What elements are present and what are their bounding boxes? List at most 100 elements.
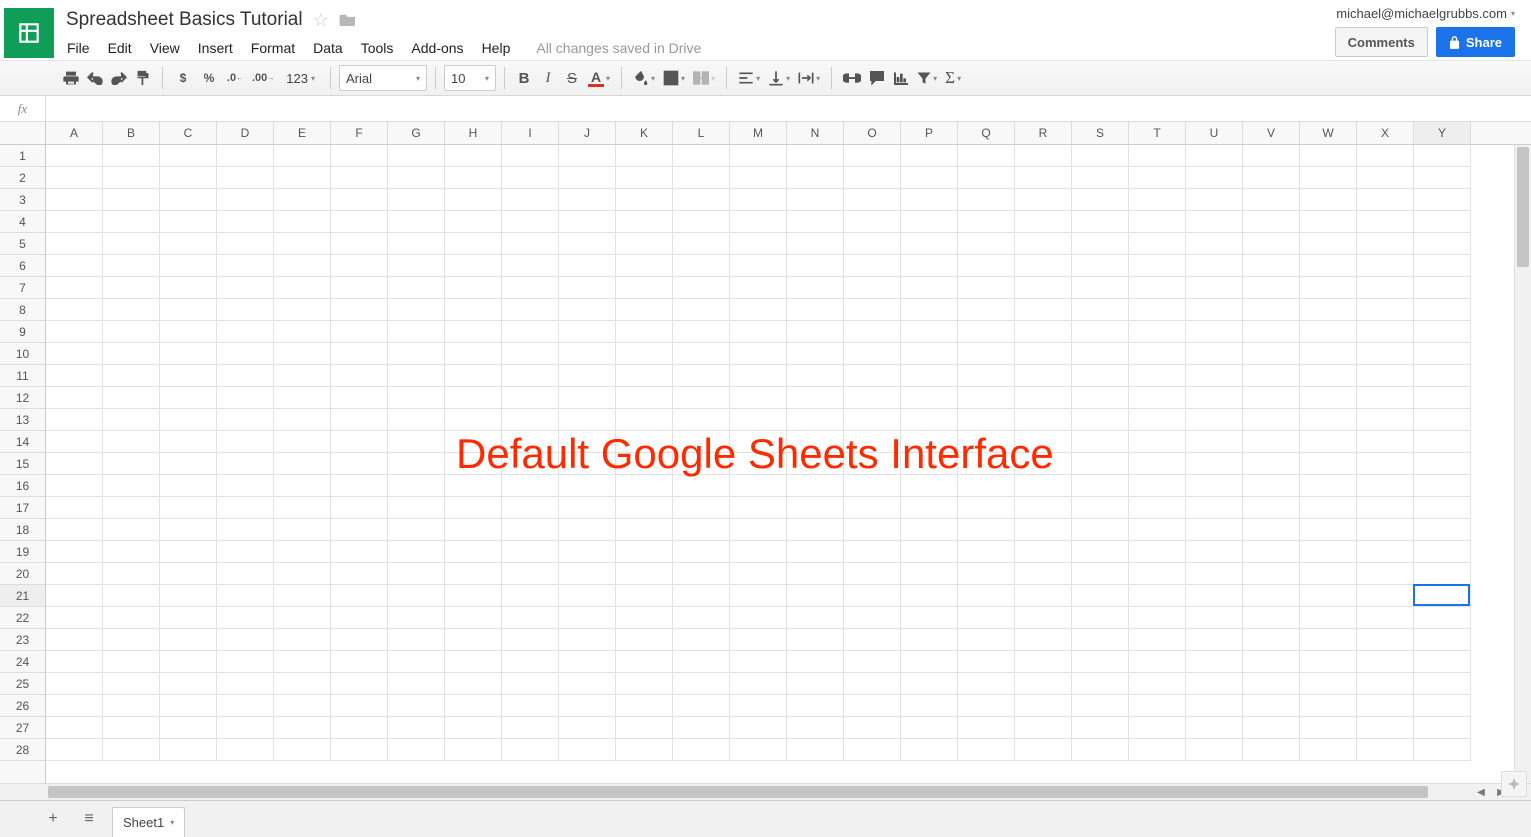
row-header-14[interactable]: 14 [0, 431, 45, 453]
col-header-G[interactable]: G [388, 122, 445, 144]
all-sheets-button[interactable]: ≡ [76, 806, 102, 832]
horizontal-scrollbar[interactable]: ◀ ▶ [0, 783, 1531, 800]
col-header-E[interactable]: E [274, 122, 331, 144]
row-header-13[interactable]: 13 [0, 409, 45, 431]
filter-icon[interactable]: ▾ [914, 65, 940, 91]
currency-button[interactable]: $ [171, 65, 195, 91]
row-header-12[interactable]: 12 [0, 387, 45, 409]
row-header-8[interactable]: 8 [0, 299, 45, 321]
comments-button[interactable]: Comments [1335, 27, 1428, 57]
menu-help[interactable]: Help [482, 40, 511, 56]
link-icon[interactable] [840, 65, 864, 91]
app-logo[interactable] [4, 8, 54, 58]
row-header-4[interactable]: 4 [0, 211, 45, 233]
share-button[interactable]: Share [1436, 27, 1515, 57]
col-header-K[interactable]: K [616, 122, 673, 144]
col-header-I[interactable]: I [502, 122, 559, 144]
row-header-23[interactable]: 23 [0, 629, 45, 651]
col-header-Y[interactable]: Y [1414, 122, 1471, 144]
row-header-27[interactable]: 27 [0, 717, 45, 739]
row-header-1[interactable]: 1 [0, 145, 45, 167]
row-header-3[interactable]: 3 [0, 189, 45, 211]
more-formats-button[interactable]: 123▾ [279, 65, 322, 91]
menu-view[interactable]: View [150, 40, 180, 56]
col-header-A[interactable]: A [46, 122, 103, 144]
menu-tools[interactable]: Tools [361, 40, 394, 56]
menu-data[interactable]: Data [313, 40, 343, 56]
row-header-21[interactable]: 21 [0, 585, 45, 607]
col-header-R[interactable]: R [1015, 122, 1072, 144]
menu-edit[interactable]: Edit [108, 40, 132, 56]
menu-addons[interactable]: Add-ons [411, 40, 463, 56]
print-icon[interactable] [60, 65, 82, 91]
col-header-L[interactable]: L [673, 122, 730, 144]
select-all-corner[interactable] [0, 122, 46, 144]
comment-icon[interactable] [866, 65, 888, 91]
folder-icon[interactable] [339, 10, 357, 31]
caret-down-icon[interactable]: ▾ [170, 818, 174, 827]
row-header-22[interactable]: 22 [0, 607, 45, 629]
col-header-P[interactable]: P [901, 122, 958, 144]
col-header-F[interactable]: F [331, 122, 388, 144]
row-header-25[interactable]: 25 [0, 673, 45, 695]
explore-button[interactable] [1501, 771, 1527, 797]
row-header-18[interactable]: 18 [0, 519, 45, 541]
col-header-H[interactable]: H [445, 122, 502, 144]
row-header-2[interactable]: 2 [0, 167, 45, 189]
row-header-20[interactable]: 20 [0, 563, 45, 585]
italic-button[interactable]: I [537, 65, 559, 91]
decrease-decimals-button[interactable]: .0← [223, 65, 247, 91]
col-header-M[interactable]: M [730, 122, 787, 144]
user-account[interactable]: michael@michaelgrubbs.com▾ [1336, 6, 1515, 21]
borders-button[interactable]: ▾ [660, 65, 688, 91]
vertical-scrollbar[interactable]: ▲ ▼ [1514, 145, 1531, 783]
functions-icon[interactable]: Σ▾ [942, 65, 964, 91]
row-header-10[interactable]: 10 [0, 343, 45, 365]
menu-insert[interactable]: Insert [198, 40, 233, 56]
paint-format-icon[interactable] [132, 65, 154, 91]
add-sheet-button[interactable]: + [40, 806, 66, 832]
col-header-O[interactable]: O [844, 122, 901, 144]
increase-decimals-button[interactable]: .00→ [249, 65, 277, 91]
col-header-D[interactable]: D [217, 122, 274, 144]
col-header-Q[interactable]: Q [958, 122, 1015, 144]
doc-title[interactable]: Spreadsheet Basics Tutorial [66, 9, 303, 31]
row-header-16[interactable]: 16 [0, 475, 45, 497]
col-header-N[interactable]: N [787, 122, 844, 144]
row-header-26[interactable]: 26 [0, 695, 45, 717]
row-header-17[interactable]: 17 [0, 497, 45, 519]
cells-area[interactable]: Default Google Sheets Interface [46, 145, 1531, 783]
row-header-11[interactable]: 11 [0, 365, 45, 387]
v-align-button[interactable]: ▾ [765, 65, 793, 91]
col-header-T[interactable]: T [1129, 122, 1186, 144]
row-header-9[interactable]: 9 [0, 321, 45, 343]
sheet-tab[interactable]: Sheet1▾ [112, 807, 185, 837]
row-header-5[interactable]: 5 [0, 233, 45, 255]
fill-color-button[interactable]: ▾ [630, 65, 658, 91]
col-header-J[interactable]: J [559, 122, 616, 144]
formula-input[interactable] [46, 96, 1531, 121]
col-header-W[interactable]: W [1300, 122, 1357, 144]
h-align-button[interactable]: ▾ [735, 65, 763, 91]
col-header-X[interactable]: X [1357, 122, 1414, 144]
h-scroll-thumb[interactable] [48, 786, 1428, 798]
font-dropdown[interactable]: Arial▾ [339, 65, 427, 91]
percent-button[interactable]: % [197, 65, 221, 91]
merge-cells-button[interactable]: ▾ [690, 65, 718, 91]
chart-icon[interactable] [890, 65, 912, 91]
menu-file[interactable]: File [67, 40, 90, 56]
scroll-left-icon[interactable]: ◀ [1471, 784, 1491, 800]
col-header-B[interactable]: B [103, 122, 160, 144]
row-header-28[interactable]: 28 [0, 739, 45, 761]
undo-icon[interactable] [84, 65, 106, 91]
row-header-15[interactable]: 15 [0, 453, 45, 475]
row-header-19[interactable]: 19 [0, 541, 45, 563]
col-header-C[interactable]: C [160, 122, 217, 144]
v-scroll-thumb[interactable] [1517, 147, 1529, 267]
star-icon[interactable]: ☆ [313, 10, 329, 31]
font-size-dropdown[interactable]: 10▾ [444, 65, 496, 91]
strikethrough-button[interactable]: S [561, 65, 583, 91]
row-header-7[interactable]: 7 [0, 277, 45, 299]
col-header-S[interactable]: S [1072, 122, 1129, 144]
bold-button[interactable]: B [513, 65, 535, 91]
